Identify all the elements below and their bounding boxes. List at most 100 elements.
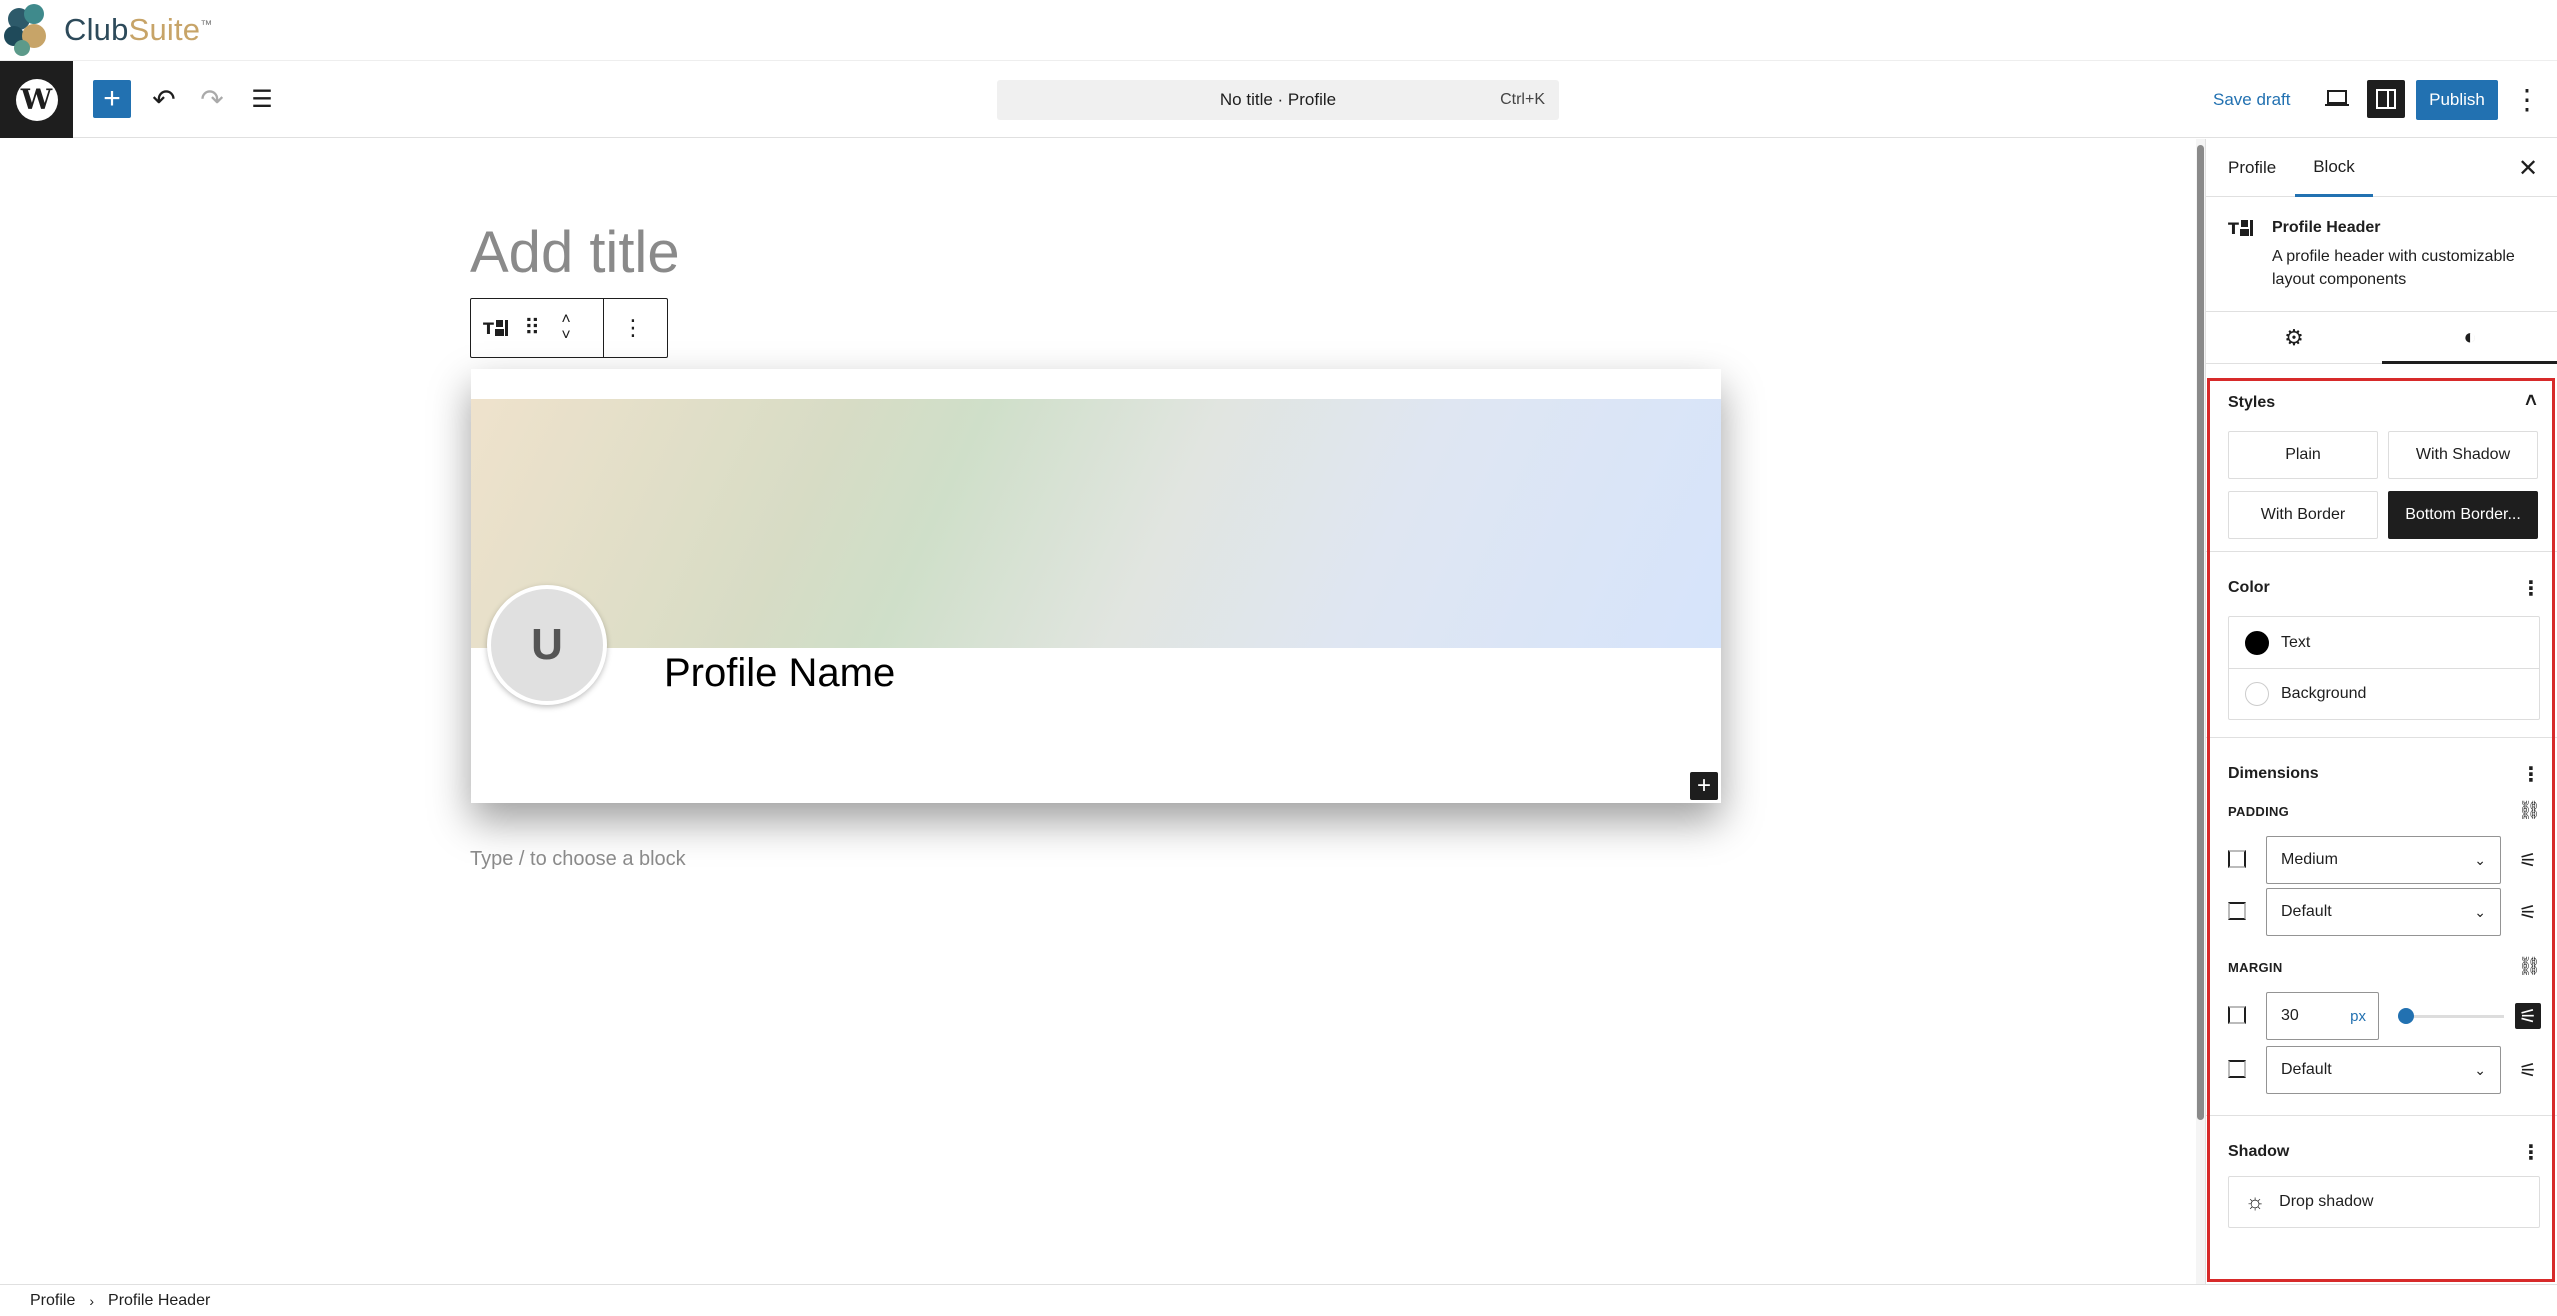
block-options-button[interactable]: ⋮ <box>604 299 662 357</box>
wordpress-logo-button[interactable]: W <box>0 61 73 138</box>
drop-shadow-label: Drop shadow <box>2279 1193 2374 1210</box>
text-color-label: Text <box>2281 633 2311 651</box>
style-with-border-button[interactable]: With Border <box>2228 491 2378 539</box>
redo-button[interactable]: ↷ <box>193 80 231 118</box>
preview-button[interactable] <box>2318 80 2356 118</box>
dimensions-options-button[interactable]: ⋮ <box>2521 762 2541 787</box>
margin-unit-select[interactable]: px <box>2350 1008 2366 1025</box>
margin-vertical-slider[interactable] <box>2398 1008 2504 1024</box>
style-bottom-border-button[interactable]: Bottom Border... <box>2388 491 2538 539</box>
save-draft-button[interactable]: Save draft <box>2213 80 2291 120</box>
margin-vertical-custom-button[interactable]: ⚟ <box>2515 1003 2541 1029</box>
tab-block[interactable]: Block <box>2295 139 2373 197</box>
sliders-icon: ⚟ <box>2519 1059 2537 1082</box>
plus-icon: + <box>1696 772 1711 799</box>
tab-profile[interactable]: Profile <box>2228 139 2276 197</box>
sliders-icon: ⚟ <box>2519 901 2537 924</box>
vertical-sides-icon <box>2228 1006 2246 1024</box>
canvas-scrollbar[interactable] <box>2196 139 2205 1284</box>
redo-icon: ↷ <box>200 83 224 115</box>
clubsuite-logo-icon <box>4 4 54 56</box>
add-block-button[interactable]: + <box>1690 772 1718 800</box>
command-shortcut: Ctrl+K <box>1500 91 1545 108</box>
padding-horizontal-value: Default <box>2281 903 2332 920</box>
settings-sidebar-toggle[interactable] <box>2367 80 2405 118</box>
drop-shadow-button[interactable]: ☼ Drop shadow <box>2228 1176 2540 1228</box>
more-vertical-icon: ⋮ <box>2513 83 2541 115</box>
drag-handle-icon[interactable]: ⠿ <box>515 299 549 357</box>
breadcrumb: Profile › Profile Header <box>0 1284 2557 1316</box>
more-vertical-icon: ⋮ <box>2521 764 2541 786</box>
list-view-button[interactable]: ☰ <box>243 80 281 118</box>
brand-name: ClubSuite™ <box>64 12 213 47</box>
link-sides-button[interactable]: ⛓ <box>2518 956 2541 977</box>
padding-horizontal-select[interactable]: Default ⌄ <box>2266 888 2501 936</box>
link-icon: ⛓ <box>2518 800 2541 820</box>
text-color-swatch <box>2245 630 2269 655</box>
close-sidebar-button[interactable]: ✕ <box>2513 153 2543 183</box>
block-placeholder[interactable]: Type / to choose a block <box>470 848 686 871</box>
shadow-options-button[interactable]: ⋮ <box>2521 1140 2541 1165</box>
collapse-styles-button[interactable]: ˄ <box>2521 390 2541 413</box>
half-circle-icon: ◐ <box>2463 323 2477 349</box>
block-title: Profile Header <box>2272 219 2381 236</box>
publish-button[interactable]: Publish <box>2416 80 2498 120</box>
document-title: No title · Profile <box>1219 90 1337 109</box>
style-with-shadow-button[interactable]: With Shadow <box>2388 431 2538 479</box>
profile-header-block-icon[interactable]: T <box>481 299 515 357</box>
margin-horizontal-value: Default <box>2281 1061 2332 1078</box>
editor-toolbar: W + ↶ ↷ ☰ No title · Profile Ctrl+K Save… <box>0 61 2557 138</box>
chevron-up-icon[interactable]: ˄ <box>561 312 570 328</box>
chevron-down-icon: ⌄ <box>2474 903 2486 920</box>
margin-horizontal-custom-button[interactable]: ⚟ <box>2515 1057 2541 1083</box>
tab-styles[interactable]: ◐ <box>2382 312 2557 364</box>
background-color-item[interactable]: Background <box>2229 668 2539 719</box>
svg-text:T: T <box>483 319 494 338</box>
vertical-sides-icon <box>2228 850 2246 868</box>
profile-header-block[interactable]: U Profile Name + <box>471 369 1721 803</box>
post-title-placeholder[interactable]: Add title <box>470 219 680 286</box>
padding-vertical-select[interactable]: Medium ⌄ <box>2266 836 2501 884</box>
dimensions-panel: Dimensions ⋮ PADDING ⛓ Medium ⌄ ⚟ Defaul… <box>2206 738 2557 1116</box>
sidebar-tabs: Profile Block ✕ <box>2206 139 2557 197</box>
padding-vertical-value: Medium <box>2281 851 2338 868</box>
block-card: T Profile Header A profile header with c… <box>2206 197 2557 312</box>
color-panel-title: Color <box>2228 579 2270 596</box>
link-icon: ⛓ <box>2518 956 2541 976</box>
styles-panel: Styles ˄ Plain With Shadow With Border B… <box>2206 364 2557 552</box>
plus-icon: + <box>103 82 121 115</box>
block-settings-subtabs: ⚙ ◐ <box>2206 312 2557 364</box>
block-description: A profile header with customizable layou… <box>2272 248 2515 288</box>
color-options-button[interactable]: ⋮ <box>2521 576 2541 601</box>
color-panel: Color ⋮ Text Background <box>2206 552 2557 738</box>
desktop-icon <box>2325 90 2349 106</box>
tab-settings[interactable]: ⚙ <box>2206 312 2382 364</box>
document-title-bar[interactable]: No title · Profile Ctrl+K <box>997 80 1559 120</box>
profile-name[interactable]: Profile Name <box>664 651 895 696</box>
more-vertical-icon: ⋮ <box>2521 578 2541 600</box>
margin-horizontal-select[interactable]: Default ⌄ <box>2266 1046 2501 1094</box>
padding-horizontal-custom-button[interactable]: ⚟ <box>2515 899 2541 925</box>
options-menu-button[interactable]: ⋮ <box>2508 80 2546 118</box>
styles-panel-title[interactable]: Styles <box>2228 394 2275 412</box>
breadcrumb-item-profile[interactable]: Profile <box>30 1292 75 1310</box>
editor-canvas[interactable]: Add title T ⠿ ˄ ˅ ⋮ U Profile Name + Typ… <box>0 139 2196 1284</box>
horizontal-sides-icon <box>2228 1060 2246 1078</box>
block-inserter-button[interactable]: + <box>93 80 131 118</box>
slider-thumb[interactable] <box>2398 1008 2414 1024</box>
link-sides-button[interactable]: ⛓ <box>2518 800 2541 821</box>
shadow-panel: Shadow ⋮ ☼ Drop shadow <box>2206 1116 2557 1256</box>
list-view-icon: ☰ <box>251 85 273 113</box>
chevron-down-icon[interactable]: ˅ <box>561 328 570 344</box>
chevron-right-icon: › <box>89 1292 95 1309</box>
margin-vertical-input[interactable]: 30 px <box>2266 992 2379 1040</box>
undo-button[interactable]: ↶ <box>145 80 183 118</box>
background-color-label: Background <box>2281 685 2367 702</box>
style-plain-button[interactable]: Plain <box>2228 431 2378 479</box>
padding-vertical-custom-button[interactable]: ⚟ <box>2515 847 2541 873</box>
text-color-item[interactable]: Text <box>2229 617 2539 668</box>
breadcrumb-item-profile-header[interactable]: Profile Header <box>108 1292 210 1310</box>
wordpress-icon: W <box>15 78 58 121</box>
move-up-down-control[interactable]: ˄ ˅ <box>549 299 583 357</box>
horizontal-sides-icon <box>2228 902 2246 920</box>
